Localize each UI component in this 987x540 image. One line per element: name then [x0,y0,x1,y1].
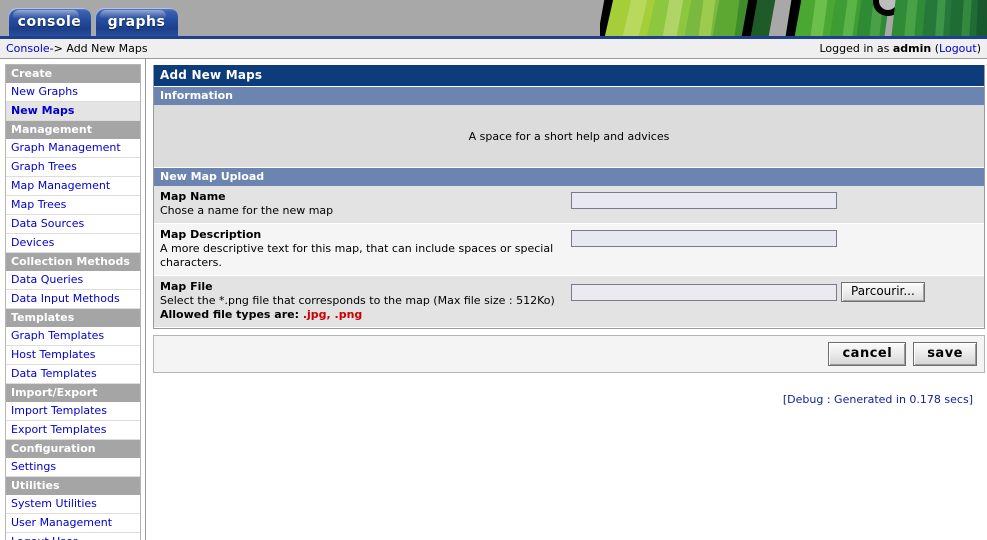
sidebar-item-user-management[interactable]: User Management [6,514,140,533]
map-description-description: A more descriptive text for this map, th… [160,242,554,269]
information-text: A space for a short help and advices [468,129,670,143]
tab-graphs[interactable]: graphs [95,8,178,36]
form-row-map-file: Map File Select the *.png file that corr… [154,276,984,328]
file-input-group: Parcourir... [571,282,925,302]
sidebar-navigation: Create New Graphs New Maps Management Gr… [0,59,146,540]
map-name-description: Chose a name for the new map [160,204,334,217]
form-row-map-name-control [571,186,984,215]
cancel-button[interactable]: cancel [828,342,907,366]
form-action-bar: cancel save [153,335,985,373]
breadcrumb-console-link[interactable]: Console [6,42,50,55]
logout-link[interactable]: Logout [939,42,977,55]
sidebar-item-system-utilities[interactable]: System Utilities [6,495,140,514]
sidebar-group-header-configuration: Configuration [6,440,140,458]
banner-graphic [600,0,987,36]
map-name-input[interactable] [571,192,837,209]
add-new-maps-panel: Add New Maps Information A space for a s… [153,65,985,329]
application-window: console graphs Console-> Add New Maps Lo… [0,0,987,540]
sidebar-item-data-queries[interactable]: Data Queries [6,271,140,290]
allowed-file-types-prefix: Allowed file types are: [160,308,303,321]
form-row-map-description: Map Description A more descriptive text … [154,224,984,276]
breadcrumb-current: Add New Maps [66,42,148,55]
sidebar-item-logout-user[interactable]: Logout User [6,533,140,540]
logout-paren-close: ) [976,42,981,55]
sidebar-group-header-collection-methods: Collection Methods [6,253,140,271]
main-content: Add New Maps Information A space for a s… [146,59,987,406]
save-button[interactable]: save [913,342,977,366]
sidebar-item-data-templates[interactable]: Data Templates [6,365,140,384]
allowed-file-types: Allowed file types are: .jpg, .png [160,308,565,322]
sidebar-item-data-input-methods[interactable]: Data Input Methods [6,290,140,309]
breadcrumb-separator: -> [49,42,63,55]
breadcrumb: Console-> Add New Maps [6,42,148,55]
form-row-map-name-labels: Map Name Chose a name for the new map [154,186,571,223]
sidebar-item-map-management[interactable]: Map Management [6,177,140,196]
session-info: Logged in as admin (Logout) [819,42,981,55]
sidebar-item-import-templates[interactable]: Import Templates [6,402,140,421]
new-map-upload-section-header: New Map Upload [154,167,984,186]
tab-console-label: console [17,14,82,30]
sidebar-nav-box: Create New Graphs New Maps Management Gr… [5,64,141,540]
map-description-label: Map Description [160,228,262,241]
sidebar-item-graph-trees[interactable]: Graph Trees [6,158,140,177]
information-section-header: Information [154,86,984,105]
sidebar-item-graph-management[interactable]: Graph Management [6,139,140,158]
form-row-map-description-control [571,224,984,253]
sidebar-item-new-maps[interactable]: New Maps [6,102,140,121]
form-row-map-name: Map Name Chose a name for the new map [154,186,984,224]
map-file-label: Map File [160,280,213,293]
tab-graphs-label: graphs [107,14,166,30]
sidebar-group-header-import-export: Import/Export [6,384,140,402]
sidebar-group-header-create: Create [6,65,140,83]
allowed-file-types-value: .jpg, .png [302,308,363,321]
sidebar-group-header-templates: Templates [6,309,140,327]
sidebar-group-header-utilities: Utilities [6,477,140,495]
map-file-path-input[interactable] [571,283,837,301]
sidebar-item-devices[interactable]: Devices [6,234,140,253]
sidebar-group-header-management: Management [6,121,140,139]
page-body: Create New Graphs New Maps Management Gr… [0,59,987,540]
sidebar-item-settings[interactable]: Settings [6,458,140,477]
map-file-description: Select the *.png file that corresponds t… [160,294,555,307]
sidebar-item-data-sources[interactable]: Data Sources [6,215,140,234]
page-title: Add New Maps [154,65,984,86]
map-name-label: Map Name [160,190,226,203]
sidebar-item-host-templates[interactable]: Host Templates [6,346,140,365]
tab-console[interactable]: console [8,8,91,36]
sidebar-item-map-trees[interactable]: Map Trees [6,196,140,215]
form-row-map-description-labels: Map Description A more descriptive text … [154,224,571,275]
logged-in-label: Logged in as [819,42,890,55]
sidebar-item-export-templates[interactable]: Export Templates [6,421,140,440]
browse-file-button[interactable]: Parcourir... [841,282,925,302]
current-username: admin [892,42,932,55]
form-row-map-file-labels: Map File Select the *.png file that corr… [154,276,571,327]
main-tab-bar: console graphs [8,8,178,36]
sidebar-item-new-graphs[interactable]: New Graphs [6,83,140,102]
form-row-map-file-control: Parcourir... [571,276,984,308]
information-section-body: A space for a short help and advices [154,105,984,167]
debug-timing-text: [Debug : Generated in 0.178 secs] [782,393,973,406]
breadcrumb-bar: Console-> Add New Maps Logged in as admi… [0,39,987,59]
top-banner: console graphs [0,0,987,36]
map-description-input[interactable] [571,230,837,247]
sidebar-item-graph-templates[interactable]: Graph Templates [6,327,140,346]
